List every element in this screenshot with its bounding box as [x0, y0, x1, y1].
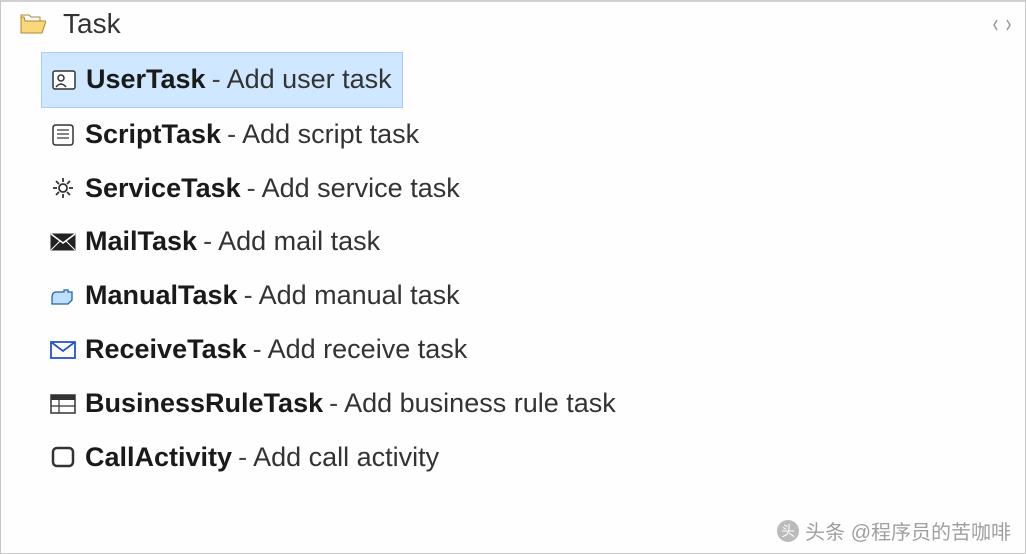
item-name: MailTask — [85, 223, 197, 261]
task-palette-panel: Task UserTask - Add user task ScriptTask… — [0, 0, 1026, 554]
call-activity-icon — [49, 445, 77, 469]
item-name: BusinessRuleTask — [85, 385, 323, 423]
item-name: CallActivity — [85, 439, 232, 477]
item-name: ScriptTask — [85, 116, 221, 154]
service-task-icon — [49, 176, 77, 200]
business-rule-task-icon — [49, 392, 77, 416]
receive-task-icon — [49, 338, 77, 362]
palette-header[interactable]: Task — [1, 2, 1025, 48]
item-name: UserTask — [86, 61, 206, 99]
watermark-text: 头条 @程序员的苦咖啡 — [805, 516, 1011, 545]
manual-task-icon — [49, 284, 77, 308]
item-desc: Add service task — [262, 170, 460, 208]
palette-item-mailtask[interactable]: MailTask - Add mail task — [1, 215, 1025, 269]
item-desc: Add mail task — [218, 223, 380, 261]
item-desc: Add receive task — [268, 331, 468, 369]
palette-item-callactivity[interactable]: CallActivity - Add call activity — [1, 431, 1025, 485]
palette-item-scripttask[interactable]: ScriptTask - Add script task — [1, 108, 1025, 162]
script-task-icon — [49, 123, 77, 147]
mail-task-icon — [49, 230, 77, 254]
palette-item-manualtask[interactable]: ManualTask - Add manual task — [1, 269, 1025, 323]
collapse-icon[interactable] — [993, 18, 1011, 32]
folder-open-icon — [19, 12, 47, 36]
palette-title: Task — [63, 8, 121, 40]
item-name: ServiceTask — [85, 170, 241, 208]
palette-item-usertask[interactable]: UserTask - Add user task — [41, 52, 403, 108]
user-task-icon — [50, 68, 78, 92]
item-desc: Add business rule task — [344, 385, 616, 423]
item-name: ReceiveTask — [85, 331, 247, 369]
item-desc: Add user task — [227, 61, 392, 99]
palette-item-servicetask[interactable]: ServiceTask - Add service task — [1, 162, 1025, 216]
watermark: 头 头条 @程序员的苦咖啡 — [777, 516, 1011, 545]
watermark-logo-icon: 头 — [777, 520, 799, 542]
item-desc: Add manual task — [259, 277, 460, 315]
task-list: UserTask - Add user task ScriptTask - Ad… — [1, 48, 1025, 494]
item-name: ManualTask — [85, 277, 238, 315]
item-desc: Add call activity — [253, 439, 439, 477]
item-desc: Add script task — [242, 116, 419, 154]
palette-item-receivetask[interactable]: ReceiveTask - Add receive task — [1, 323, 1025, 377]
palette-item-businessruletask[interactable]: BusinessRuleTask - Add business rule tas… — [1, 377, 1025, 431]
